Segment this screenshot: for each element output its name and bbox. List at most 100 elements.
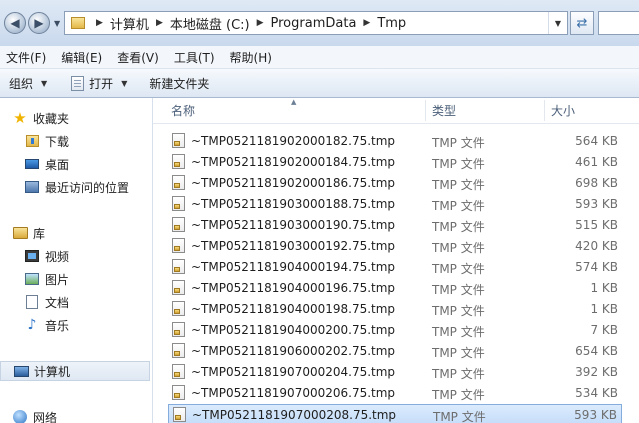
- menu-tools[interactable]: 工具(T): [168, 49, 224, 66]
- file-type: TMP 文件: [432, 325, 485, 339]
- column-type[interactable]: 类型: [432, 98, 544, 123]
- file-icon: [172, 175, 185, 190]
- file-row[interactable]: ~TMP0521181902000182.75.tmp TMP 文件 564 K…: [168, 131, 622, 152]
- back-button[interactable]: ◀: [4, 12, 26, 34]
- file-name: ~TMP0521181903000192.75.tmp: [191, 239, 396, 253]
- chevron-down-icon: ▼: [121, 78, 128, 88]
- file-type: TMP 文件: [432, 157, 485, 171]
- picture-icon: [24, 271, 40, 287]
- file-type: TMP 文件: [432, 367, 485, 381]
- nav-favorites[interactable]: ★ 收藏夹: [12, 108, 69, 128]
- open-icon: [71, 75, 85, 91]
- file-name: ~TMP0521181904000200.75.tmp: [191, 323, 396, 337]
- file-name: ~TMP0521181903000188.75.tmp: [191, 197, 396, 211]
- open-button[interactable]: 打开 ▼: [62, 71, 136, 95]
- library-icon: [12, 225, 28, 241]
- file-icon: [173, 407, 186, 422]
- file-type: TMP 文件: [432, 136, 485, 150]
- breadcrumb-programdata[interactable]: ProgramData: [271, 16, 357, 31]
- breadcrumb-tmp[interactable]: Tmp: [377, 16, 406, 31]
- file-size: 515 KB: [575, 218, 618, 232]
- nav-videos[interactable]: 视频: [24, 246, 69, 266]
- address-bar[interactable]: ▶ 计算机 ▶ 本地磁盘 (C:) ▶ ProgramData ▶ Tmp ▼: [64, 11, 568, 35]
- organize-button[interactable]: 组织 ▼: [0, 71, 56, 95]
- file-type: TMP 文件: [433, 410, 486, 423]
- new-folder-button[interactable]: 新建文件夹: [140, 71, 218, 95]
- nav-label: 文档: [45, 295, 70, 310]
- file-size: 534 KB: [575, 386, 618, 400]
- file-row[interactable]: ~TMP0521181907000204.75.tmp TMP 文件 392 K…: [168, 362, 622, 383]
- file-icon: [172, 238, 185, 253]
- column-divider[interactable]: [425, 100, 426, 121]
- nav-music[interactable]: ♪ 音乐: [24, 315, 69, 335]
- command-bar: 组织 ▼ 打开 ▼ 新建文件夹: [0, 69, 639, 98]
- file-type: TMP 文件: [432, 283, 485, 297]
- menu-edit[interactable]: 编辑(E): [55, 49, 111, 66]
- menu-bar: 文件(F) 编辑(E) 查看(V) 工具(T) 帮助(H): [0, 46, 639, 69]
- menu-view[interactable]: 查看(V): [111, 49, 168, 66]
- nav-libraries[interactable]: 库: [12, 223, 45, 243]
- file-icon: [172, 385, 185, 400]
- nav-label: 图片: [45, 272, 70, 287]
- file-name: ~TMP0521181902000182.75.tmp: [191, 134, 396, 148]
- breadcrumb-separator-icon[interactable]: ▶: [363, 18, 370, 28]
- computer-icon: [13, 363, 29, 379]
- file-row[interactable]: ~TMP0521181904000194.75.tmp TMP 文件 574 K…: [168, 257, 622, 278]
- refresh-button[interactable]: ⇄: [570, 11, 594, 35]
- nav-desktop[interactable]: 桌面: [24, 154, 69, 174]
- file-icon: [172, 133, 185, 148]
- refresh-icon: ⇄: [576, 15, 588, 31]
- chevron-down-icon: ▼: [41, 78, 48, 88]
- file-icon: [172, 301, 185, 316]
- file-row[interactable]: ~TMP0521181906000202.75.tmp TMP 文件 654 K…: [168, 341, 622, 362]
- file-row[interactable]: ~TMP0521181907000206.75.tmp TMP 文件 534 K…: [168, 383, 622, 404]
- column-size[interactable]: 大小: [551, 98, 631, 123]
- file-name: ~TMP0521181906000202.75.tmp: [191, 344, 396, 358]
- file-type: TMP 文件: [432, 346, 485, 360]
- file-size: 7 KB: [590, 323, 618, 337]
- file-row[interactable]: ~TMP0521181903000190.75.tmp TMP 文件 515 K…: [168, 215, 622, 236]
- file-size: 593 KB: [575, 197, 618, 211]
- file-row[interactable]: ~TMP0521181903000188.75.tmp TMP 文件 593 K…: [168, 194, 622, 215]
- nav-recent-places[interactable]: 最近访问的位置: [24, 177, 129, 197]
- nav-downloads[interactable]: 下载: [24, 131, 69, 151]
- column-divider[interactable]: [544, 100, 545, 121]
- breadcrumb-separator-icon[interactable]: ▶: [96, 18, 103, 28]
- file-icon: [172, 322, 185, 337]
- organize-label: 组织: [9, 76, 34, 91]
- file-row-selected[interactable]: ~TMP0521181907000208.75.tmp TMP 文件 593 K…: [168, 404, 622, 423]
- forward-button[interactable]: ▶: [28, 12, 50, 34]
- file-row[interactable]: ~TMP0521181903000192.75.tmp TMP 文件 420 K…: [168, 236, 622, 257]
- breadcrumb-computer[interactable]: 计算机: [110, 14, 149, 33]
- breadcrumb-local-disk[interactable]: 本地磁盘 (C:): [170, 14, 250, 33]
- file-icon: [172, 154, 185, 169]
- file-row[interactable]: ~TMP0521181904000200.75.tmp TMP 文件 7 KB: [168, 320, 622, 341]
- navigation-pane: ★ 收藏夹 下载 桌面 最近访问的位置 库 视频 图片 文档 ♪ 音乐 计算机 …: [0, 98, 153, 423]
- nav-label: 视频: [45, 249, 70, 264]
- nav-label: 收藏夹: [33, 111, 70, 126]
- document-icon: [24, 294, 40, 310]
- column-name[interactable]: 名称: [171, 98, 425, 123]
- recent-pages-dropdown[interactable]: ▼: [54, 19, 60, 28]
- nav-network[interactable]: 网络: [12, 407, 57, 423]
- address-toolbar: ◀ ▶ ▼ ▶ 计算机 ▶ 本地磁盘 (C:) ▶ ProgramData ▶ …: [0, 0, 639, 46]
- file-type: TMP 文件: [432, 304, 485, 318]
- file-row[interactable]: ~TMP0521181904000198.75.tmp TMP 文件 1 KB: [168, 299, 622, 320]
- menu-file[interactable]: 文件(F): [0, 49, 55, 66]
- menu-help[interactable]: 帮助(H): [224, 49, 281, 66]
- address-history-dropdown[interactable]: ▼: [548, 12, 567, 34]
- file-row[interactable]: ~TMP0521181902000184.75.tmp TMP 文件 461 K…: [168, 152, 622, 173]
- breadcrumb-separator-icon[interactable]: ▶: [156, 18, 163, 28]
- file-row[interactable]: ~TMP0521181904000196.75.tmp TMP 文件 1 KB: [168, 278, 622, 299]
- search-input[interactable]: [598, 11, 639, 35]
- nav-pictures[interactable]: 图片: [24, 269, 69, 289]
- video-icon: [24, 248, 40, 264]
- download-folder-icon: [24, 133, 40, 149]
- nav-computer[interactable]: 计算机: [0, 361, 150, 381]
- file-name: ~TMP0521181902000184.75.tmp: [191, 155, 396, 169]
- file-size: 574 KB: [575, 260, 618, 274]
- nav-label: 音乐: [45, 318, 70, 333]
- file-row[interactable]: ~TMP0521181902000186.75.tmp TMP 文件 698 K…: [168, 173, 622, 194]
- nav-documents[interactable]: 文档: [24, 292, 69, 312]
- breadcrumb-separator-icon[interactable]: ▶: [257, 18, 264, 28]
